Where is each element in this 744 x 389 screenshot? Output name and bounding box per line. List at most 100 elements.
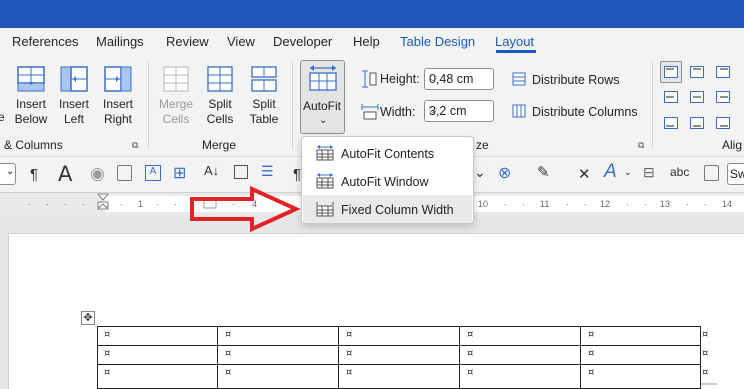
document-table[interactable]: [97, 326, 717, 389]
tab-help[interactable]: Help: [353, 34, 380, 49]
text-box-icon[interactable]: A: [145, 165, 161, 181]
tab-view[interactable]: View: [227, 34, 255, 49]
width-input[interactable]: 3,2 cm ︿ ﹀: [424, 100, 494, 122]
menu-item-autofit-window[interactable]: AutoFit Window: [303, 167, 472, 195]
split-cells-button[interactable]: Split Cells: [203, 65, 237, 127]
svg-text:·: ·: [644, 199, 647, 209]
dialog-launcher-icon[interactable]: ⧉: [132, 140, 138, 151]
cell-end-mark: ¤: [346, 348, 353, 359]
autofit-menu: AutoFit Contents AutoFit Window Fixed Co…: [301, 136, 474, 224]
height-input[interactable]: 0,48 cm ︿ ﹀: [424, 68, 494, 90]
cell-end-mark: ¤: [104, 348, 111, 359]
menu-item-autofit-contents[interactable]: AutoFit Contents: [303, 139, 472, 167]
close-icon[interactable]: ✕: [578, 165, 591, 183]
sort-icon[interactable]: A↓: [204, 163, 219, 178]
cell-end-mark: ¤: [104, 367, 111, 378]
svg-text:·: ·: [28, 199, 31, 209]
align-bottom-left-icon[interactable]: [664, 117, 678, 129]
merge-cells-label: Merge Cells: [158, 97, 193, 126]
link-icon[interactable]: ⊗: [498, 163, 511, 183]
table-icon[interactable]: ⊞: [173, 163, 186, 183]
highlighter-icon[interactable]: ✎: [537, 163, 550, 181]
svg-text:·: ·: [174, 199, 177, 209]
insert-left-button[interactable]: Insert Left: [57, 65, 91, 127]
page-icon[interactable]: [117, 165, 132, 181]
distribute-rows-button[interactable]: Distribute Rows: [532, 73, 620, 87]
merge-cells-button[interactable]: Merge Cells: [158, 65, 194, 127]
tab-references[interactable]: References: [12, 34, 78, 49]
svg-text:·: ·: [64, 199, 67, 209]
align-middle-left-icon[interactable]: [664, 91, 678, 103]
svg-text:·: ·: [522, 199, 525, 209]
svg-text:12: 12: [600, 199, 610, 209]
menu-item-label: AutoFit Window: [341, 175, 429, 189]
column-width-icon: [361, 104, 379, 120]
distribute-columns-button[interactable]: Distribute Columns: [532, 105, 638, 119]
font-color-icon[interactable]: A: [604, 161, 617, 183]
paragraph-icon[interactable]: ¶: [30, 166, 38, 183]
align-middle-center-icon[interactable]: [690, 91, 704, 103]
svg-text:·: ·: [46, 199, 49, 209]
svg-text:·: ·: [566, 199, 569, 209]
split-table-label: Split Table: [249, 97, 279, 126]
group-separator: [292, 61, 293, 149]
align-top-right-icon[interactable]: [716, 66, 730, 78]
tab-review[interactable]: Review: [166, 34, 209, 49]
svg-text:13: 13: [660, 199, 670, 209]
tab-mailings[interactable]: Mailings: [96, 34, 144, 49]
alignment-group-label: Alig: [722, 138, 743, 152]
red-arrow-annotation: [190, 186, 301, 233]
dialog-launcher-icon[interactable]: ⧉: [638, 140, 644, 151]
record-icon[interactable]: ◉: [90, 164, 105, 184]
font-dropdown[interactable]: Sw: [727, 163, 744, 185]
insert-below-label: Insert Below: [14, 97, 48, 126]
height-label: Height:: [380, 72, 420, 86]
svg-text:·: ·: [504, 199, 507, 209]
tab-developer[interactable]: Developer: [273, 34, 332, 49]
tab-table-design[interactable]: Table Design: [400, 34, 475, 49]
insert-right-icon: [104, 66, 132, 92]
font-icon[interactable]: A: [58, 162, 72, 186]
svg-text:·: ·: [584, 199, 587, 209]
align-bottom-right-icon[interactable]: [716, 117, 730, 129]
spinner-arrows-icon[interactable]: ︿ ﹀: [429, 101, 490, 119]
font-dropdown-label: Sw: [730, 167, 744, 181]
ribbon-tabs: References Mailings Review View Develope…: [0, 28, 744, 55]
checkbox-icon[interactable]: [234, 165, 248, 179]
chevron-down-icon[interactable]: ⌄: [6, 166, 14, 177]
distribute-columns-icon: [512, 104, 526, 118]
svg-text:·: ·: [82, 199, 85, 209]
cell-end-mark: ¤: [467, 367, 474, 378]
fixed-column-width-icon: [316, 202, 334, 217]
cell-end-mark: ¤: [702, 367, 709, 378]
insert-left-label: Insert Left: [58, 97, 89, 126]
svg-text:14: 14: [722, 199, 732, 209]
align-top-center-icon[interactable]: [690, 66, 704, 78]
align-bottom-center-icon[interactable]: [690, 117, 704, 129]
menu-item-fixed-column-width[interactable]: Fixed Column Width: [303, 195, 472, 223]
split-table-button[interactable]: Split Table: [247, 65, 281, 127]
title-bar: [0, 0, 744, 28]
format-painter-icon[interactable]: ⊟: [643, 164, 655, 181]
tab-layout[interactable]: Layout: [495, 34, 534, 49]
cell-end-mark: ¤: [588, 348, 595, 359]
paragraph-mark-icon[interactable]: ¶: [293, 166, 301, 183]
merge-cells-icon: [163, 66, 189, 92]
spelling-icon[interactable]: abc: [670, 165, 689, 179]
svg-text:·: ·: [626, 199, 629, 209]
svg-text:10: 10: [478, 199, 488, 209]
autofit-button[interactable]: AutoFit ⌄: [300, 60, 345, 134]
cell-end-mark: ¤: [588, 367, 595, 378]
comment-icon[interactable]: [704, 165, 719, 181]
cell-end-mark: ¤: [225, 348, 232, 359]
spinner-arrows-icon[interactable]: ︿ ﹀: [429, 69, 490, 87]
bullets-icon[interactable]: ☰: [261, 163, 274, 180]
cell-end-mark: ¤: [702, 348, 709, 359]
more-icon[interactable]: ⌄: [474, 164, 486, 181]
table-move-handle-icon[interactable]: ✥: [81, 311, 95, 325]
svg-text:·: ·: [704, 199, 707, 209]
align-middle-right-icon[interactable]: [716, 91, 730, 103]
insert-right-button[interactable]: Insert Right: [101, 65, 135, 127]
chevron-down-icon[interactable]: ⌄: [624, 167, 632, 178]
insert-below-button[interactable]: Insert Below: [12, 65, 50, 127]
